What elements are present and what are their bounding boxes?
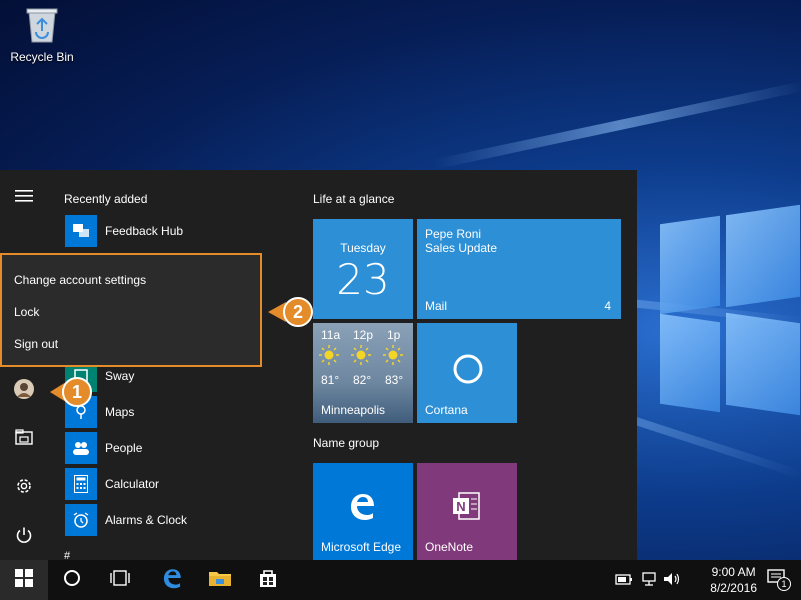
- taskbar-edge-button[interactable]: [148, 560, 196, 600]
- start-button[interactable]: [0, 560, 48, 600]
- edge-icon: [161, 567, 183, 594]
- battery-icon[interactable]: [615, 572, 633, 591]
- taskbar-file-explorer-button[interactable]: [196, 560, 244, 600]
- clock-time: 9:00 AM: [711, 565, 756, 579]
- callout-pointers: [50, 302, 286, 402]
- task-view-icon: [109, 569, 131, 591]
- callout-badge-2: 2: [283, 297, 313, 327]
- volume-icon[interactable]: [663, 572, 681, 591]
- taskbar: 9:00 AM 8/2/2016 1: [0, 560, 801, 600]
- windows-start-icon: [15, 568, 33, 592]
- taskbar-clock[interactable]: 9:00 AM 8/2/2016: [710, 564, 757, 596]
- action-center-button[interactable]: 1: [753, 560, 801, 600]
- notification-icon: 1: [767, 568, 791, 592]
- store-icon: [258, 568, 278, 593]
- callout-badge-1: 1: [62, 377, 92, 407]
- notification-count-badge: 1: [777, 576, 791, 591]
- cortana-circle-icon: [63, 569, 81, 592]
- clock-date: 8/2/2016: [710, 581, 757, 595]
- task-view-button[interactable]: [96, 560, 144, 600]
- taskbar-store-button[interactable]: [244, 560, 292, 600]
- folder-icon: [208, 569, 232, 592]
- network-icon[interactable]: [640, 572, 658, 591]
- cortana-search-button[interactable]: [48, 560, 96, 600]
